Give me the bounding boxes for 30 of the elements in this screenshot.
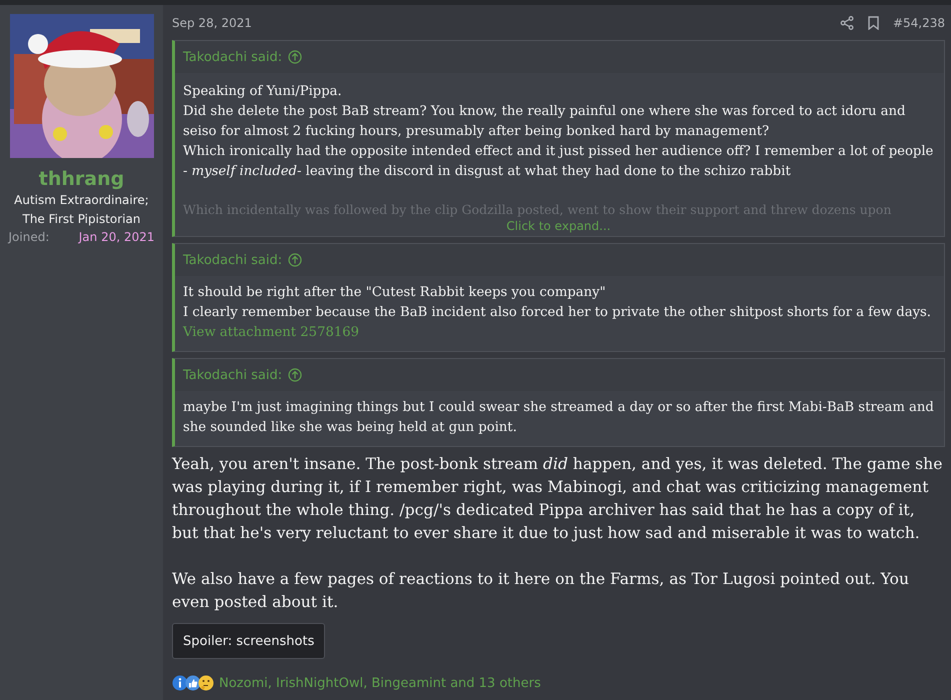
thumbs-up-icon <box>185 675 201 691</box>
thinking-face-icon <box>198 675 214 691</box>
spoiler-button[interactable]: Spoiler: screenshots <box>172 623 326 659</box>
quote-author-link[interactable]: Takodachi said: <box>183 50 282 64</box>
bookmark-icon[interactable] <box>868 16 879 30</box>
quote-text: I clearly remember because the BaB incident also forced her to private the other shitpost shorts for a few days. <box>183 304 932 322</box>
quote-text: Did she delete the post BaB stream? You know, the really painful one where she was forced to act idoru and seiso for almost 2 fucking hours, presumably after being bonked hard by management? <box>183 103 906 141</box>
jump-up-icon[interactable] <box>288 50 302 64</box>
quote-text: Speaking of Yuni/Pippa. <box>183 83 343 101</box>
joined-label: Joined: <box>8 230 50 244</box>
quote-author-link[interactable]: Takodachi said: <box>183 368 282 382</box>
user-title: The First Pipistorian <box>22 211 140 228</box>
quote-text: Which ironically had the opposite intended effect and it just pissed her audience off? I remember a lot of people - myself included- leaving the discord in disgust at what they had done to the schizo rabbit <box>183 143 934 181</box>
post-text: Yeah, you aren't insane. The post-bonk stream did happen, and yes, it was deleted. The game she was playing during it, if I remember right, was Mabinogi, and chat was criticizing management throughout the whole thing. /pcg/'s dedicated Pippa archiver has said that he has a copy of it, but that he's very reluctant to ever share it due to just how sad and miserable it was to watch. <box>172 454 944 544</box>
share-icon[interactable] <box>840 16 854 30</box>
quote-text: It should be right after the "Cutest Rabbit keeps you company" <box>183 284 607 302</box>
post-date[interactable]: Sep 28, 2021 <box>172 16 252 30</box>
post-text: We also have a few pages of reactions to it here on the Farms, as Tor Lugosi pointed out. You even posted about it. <box>172 569 910 613</box>
joined-date: Jan 20, 2021 <box>78 230 154 244</box>
reaction-users-link[interactable]: Nozomi, IrishNightOwl, Bingeamint and 13 others <box>219 676 541 690</box>
user-title: Autism Extraordinaire; <box>14 192 149 209</box>
expand-link[interactable]: Click to expand... <box>506 218 611 234</box>
quote-author-link[interactable]: Takodachi said: <box>183 252 282 268</box>
jump-up-icon[interactable] <box>288 368 302 382</box>
attachment-link[interactable]: View attachment 2578169 <box>183 323 360 343</box>
username-link[interactable]: thhrang <box>38 167 124 191</box>
info-icon <box>172 675 188 691</box>
jump-up-icon[interactable] <box>288 253 302 267</box>
post-number-link[interactable]: #54,238 <box>892 16 945 30</box>
quote-text: maybe I'm just imagining things but I could swear she streamed a day or so after the first Mabi-BaB stream and she sounded like she was being held at gun point. <box>183 399 934 437</box>
